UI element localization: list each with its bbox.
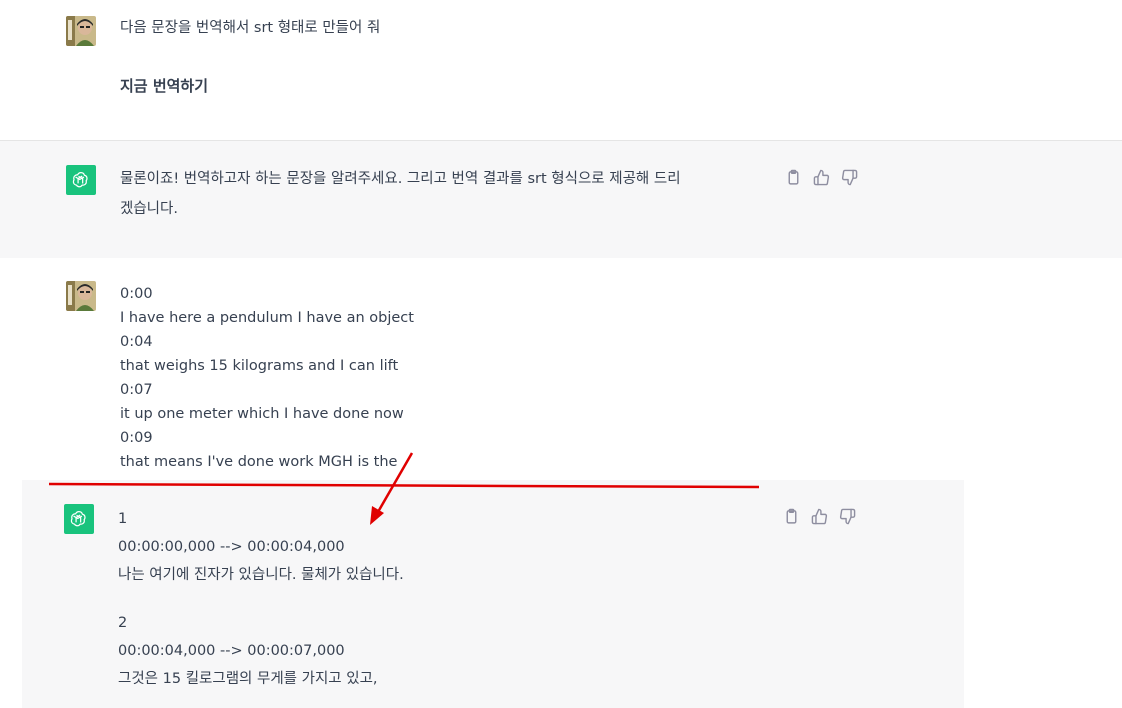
user-message-1-line: 다음 문장을 번역해서 srt 형태로 만들어 줘	[120, 20, 381, 36]
clipboard-icon[interactable]	[783, 508, 800, 525]
user-message-1-bold-line: 지금 번역하기	[120, 77, 209, 95]
thumbs-up-icon[interactable]	[811, 508, 828, 525]
srt-line: 그것은 15 킬로그램의 무게를 가지고 있고,	[118, 671, 378, 687]
assistant-avatar	[64, 504, 94, 534]
user-avatar	[66, 281, 96, 311]
user-message-1: 다음 문장을 번역해서 srt 형태로 만들어 줘 지금 번역하기	[120, 16, 380, 98]
transcript-line: 0:09	[120, 430, 153, 446]
assistant-avatar	[66, 165, 96, 195]
assistant-message-2: 1 00:00:00,000 --> 00:00:04,000 나는 여기에 진…	[118, 505, 404, 693]
srt-line: 00:00:04,000 --> 00:00:07,000	[118, 643, 345, 659]
transcript-line: that weighs 15 kilograms and I can lift	[120, 358, 399, 374]
user-avatar	[66, 16, 96, 46]
assistant-message-1-line: 겠습니다.	[120, 201, 178, 217]
thumbs-down-icon[interactable]	[839, 508, 856, 525]
assistant-message-1: 물론이죠! 번역하고자 하는 문장을 알려주세요. 그리고 번역 결과를 srt…	[120, 167, 681, 221]
user-message-2: 0:00 I have here a pendulum I have an ob…	[120, 282, 414, 474]
assistant-message-2-actions	[783, 508, 856, 525]
user-photo-icon	[66, 281, 96, 311]
srt-line: 1	[118, 511, 128, 527]
transcript-line: 0:07	[120, 382, 153, 398]
srt-line: 2	[118, 615, 128, 631]
user-photo-icon	[66, 16, 96, 46]
srt-line: 나는 여기에 진자가 있습니다. 물체가 있습니다.	[118, 567, 404, 583]
thumbs-down-icon[interactable]	[841, 169, 858, 186]
transcript-line: 0:00	[120, 286, 153, 302]
transcript-line: I have here a pendulum I have an object	[120, 310, 414, 326]
transcript-line: it up one meter which I have done now	[120, 406, 404, 422]
openai-logo-icon	[70, 511, 86, 527]
thumbs-up-icon[interactable]	[813, 169, 830, 186]
srt-blank-line	[118, 589, 404, 609]
clipboard-icon[interactable]	[785, 169, 802, 186]
transcript-line: that means I've done work MGH is the	[120, 454, 398, 470]
srt-line: 00:00:00,000 --> 00:00:04,000	[118, 539, 345, 555]
assistant-message-1-actions	[785, 169, 858, 186]
openai-logo-icon	[72, 172, 88, 188]
transcript-line: 0:04	[120, 334, 153, 350]
assistant-message-1-line: 물론이죠! 번역하고자 하는 문장을 알려주세요. 그리고 번역 결과를 srt…	[120, 171, 681, 187]
